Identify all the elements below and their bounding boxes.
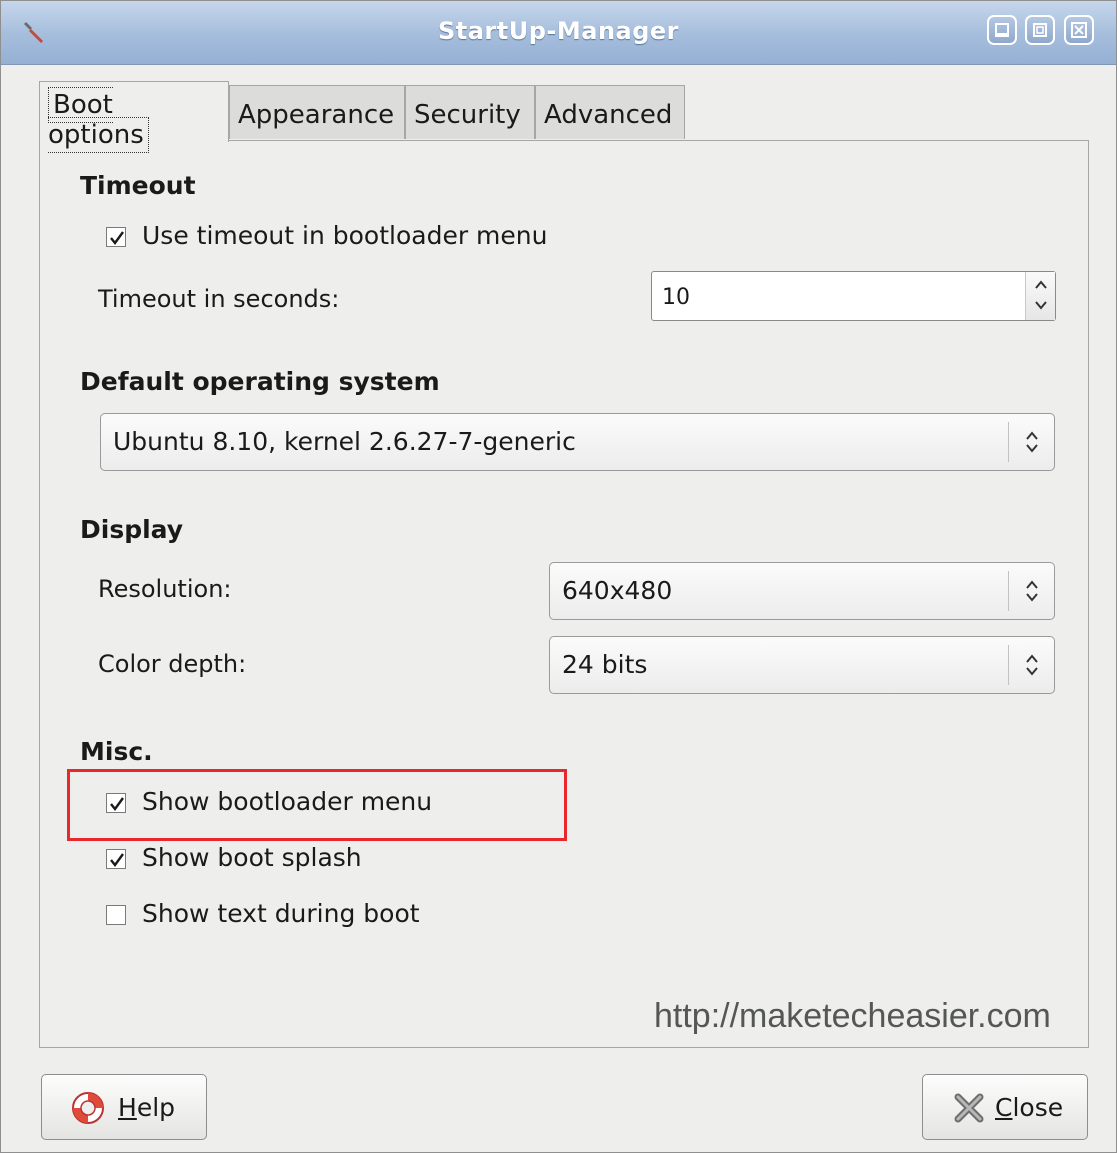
watermark-text: http://maketecheasier.com [654, 997, 1051, 1035]
lifebuoy-icon [72, 1092, 104, 1124]
updown-arrow-icon [1026, 580, 1038, 602]
tab-appearance[interactable]: Appearance [229, 85, 405, 139]
color-depth-combobox[interactable]: 24 bits [549, 636, 1055, 694]
default-os-combobox[interactable]: Ubuntu 8.10, kernel 2.6.27-7-generic [100, 413, 1055, 471]
close-x-icon [954, 1093, 984, 1123]
close-button[interactable]: Close [922, 1074, 1088, 1140]
tab-label: Advanced [544, 100, 673, 130]
default-os-heading: Default operating system [80, 367, 440, 396]
combo-separator [1008, 422, 1009, 462]
color-depth-label: Color depth: [98, 650, 247, 678]
tab-boot-options[interactable]: Boot options [39, 81, 229, 153]
help-button[interactable]: Help [41, 1074, 207, 1140]
updown-arrow-icon [1026, 654, 1038, 676]
resolution-combobox[interactable]: 640x480 [549, 562, 1055, 620]
combo-value: 640x480 [562, 576, 673, 605]
tab-label: Boot options [48, 87, 149, 153]
minimize-button[interactable] [987, 15, 1017, 45]
show-text-during-boot-label: Show text during boot [142, 899, 420, 928]
tab-advanced[interactable]: Advanced [535, 85, 685, 139]
use-timeout-label: Use timeout in bootloader menu [142, 221, 548, 250]
combo-separator [1008, 571, 1009, 611]
resolution-label: Resolution: [98, 575, 232, 603]
close-icon [1071, 22, 1087, 38]
tab-label: Appearance [238, 100, 395, 130]
help-button-label: Help [118, 1093, 176, 1122]
tab-security[interactable]: Security [405, 85, 535, 139]
chevron-up-icon[interactable] [1032, 278, 1050, 292]
show-boot-splash-label: Show boot splash [142, 843, 362, 872]
timeout-seconds-spinbutton[interactable]: 10 [651, 271, 1056, 321]
minimize-icon [995, 23, 1009, 37]
spin-value: 10 [662, 285, 690, 310]
show-text-during-boot-checkbox[interactable] [106, 905, 126, 925]
timeout-seconds-label: Timeout in seconds: [98, 285, 340, 313]
window-title: StartUp-Manager [437, 17, 680, 45]
use-timeout-checkbox[interactable] [106, 227, 126, 247]
title-bar[interactable]: StartUp-Manager [1, 1, 1116, 65]
checkmark-icon [110, 853, 124, 867]
boot-options-panel: Timeout Use timeout in bootloader menu T… [39, 140, 1089, 1048]
checkmark-icon [110, 231, 124, 245]
startup-manager-window: StartUp-Manager Boot options Appearance … [0, 0, 1117, 1153]
misc-heading: Misc. [80, 737, 153, 766]
combo-value: Ubuntu 8.10, kernel 2.6.27-7-generic [113, 427, 576, 456]
combo-separator [1008, 645, 1009, 685]
annotation-highlight-box [67, 769, 567, 841]
spin-arrows[interactable] [1025, 272, 1055, 320]
show-boot-splash-checkbox[interactable] [106, 849, 126, 869]
display-heading: Display [80, 515, 184, 544]
close-button-label: Close [995, 1093, 1064, 1122]
updown-arrow-icon [1026, 431, 1038, 453]
window-close-button[interactable] [1064, 15, 1094, 45]
tab-label: Security [414, 100, 521, 130]
maximize-icon [1033, 23, 1047, 37]
maximize-button[interactable] [1025, 15, 1055, 45]
combo-value: 24 bits [562, 650, 648, 679]
timeout-heading: Timeout [80, 171, 196, 200]
chevron-down-icon[interactable] [1032, 298, 1050, 312]
